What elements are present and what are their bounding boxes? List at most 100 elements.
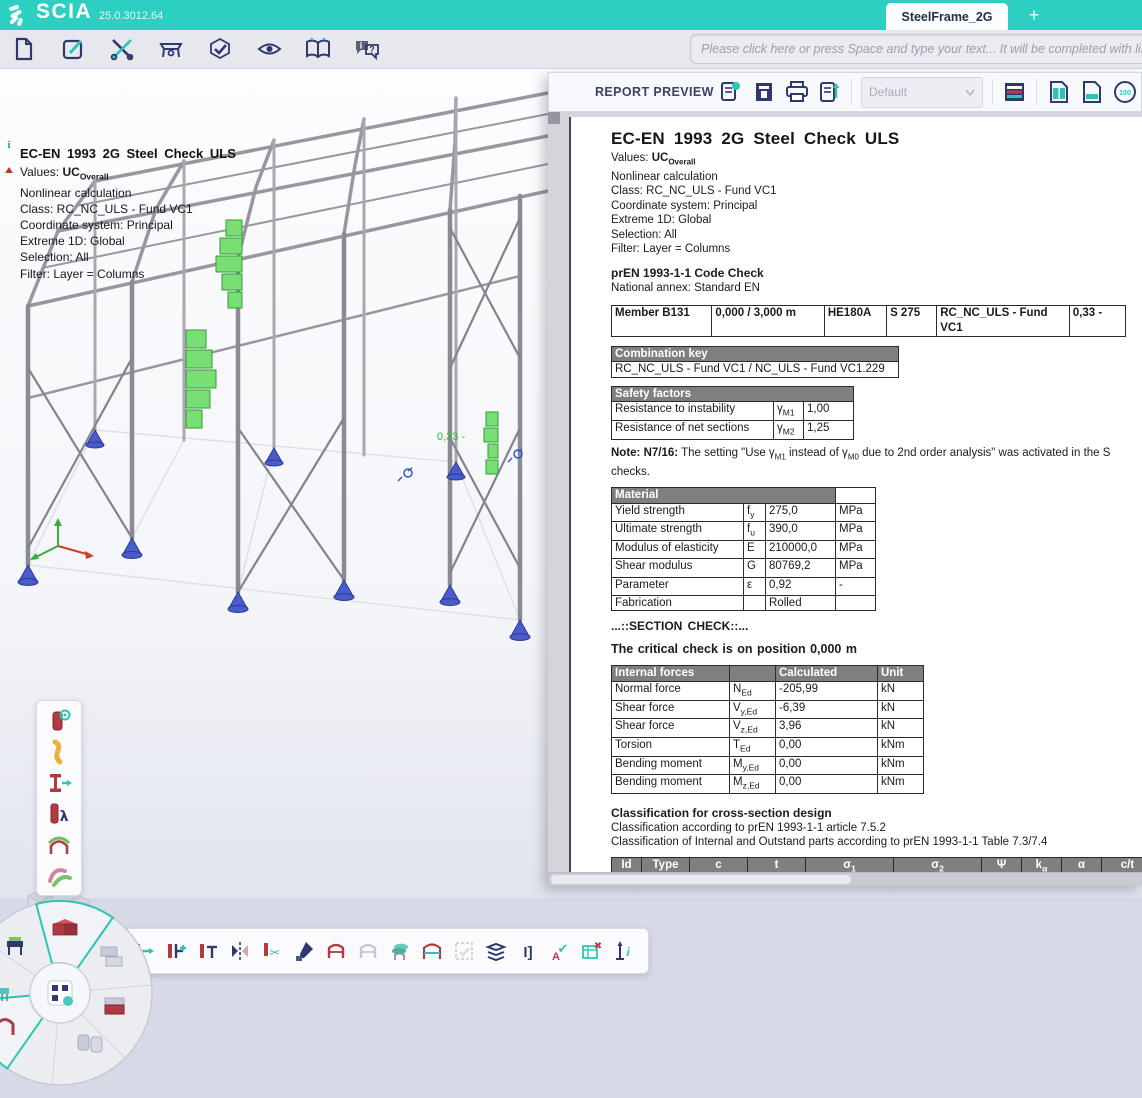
safety-value-cell: 1,25 — [804, 421, 854, 440]
force-unit-cell: kNm — [878, 738, 924, 757]
new-tab-button[interactable]: + — [1022, 3, 1046, 27]
portal-frame-ghost-button[interactable] — [354, 933, 382, 969]
rename-icon: I] — [516, 939, 540, 963]
note-line: Note: N7/16: The setting "Use γM1 instea… — [611, 446, 1142, 465]
max-uc-label: 0,33 - — [437, 431, 465, 443]
material-value-cell: 80769,2 — [766, 559, 836, 578]
visibility-button[interactable] — [251, 33, 287, 65]
two-page-view-button[interactable] — [1042, 76, 1075, 108]
safety-symbol-cell: γM1 — [774, 402, 804, 421]
library-button[interactable] — [300, 33, 336, 65]
search-input[interactable] — [690, 34, 1142, 64]
frame-arch-button[interactable] — [41, 831, 77, 858]
paint-properties-button[interactable] — [290, 933, 318, 969]
cross-section-button[interactable] — [41, 769, 77, 796]
report-info-line: Filter: Layer = Columns — [611, 242, 1142, 257]
single-page-view-button[interactable] — [1075, 76, 1108, 108]
forces-calc-header: Calculated — [776, 666, 878, 682]
report-horizontal-scrollbar[interactable] — [548, 872, 1142, 886]
report-info-line: Coordinate system: Principal — [611, 199, 1142, 214]
frame-opening-icon — [420, 939, 444, 963]
safety-factor-row: Resistance to instability γM1 1,00 — [612, 402, 854, 421]
force-label-cell: Normal force — [612, 681, 730, 700]
report-template-value: Default — [869, 85, 965, 99]
member-position-cell: 0,000 / 3,000 m — [712, 305, 824, 336]
internal-force-row: Normal force NEd -205,99 kN — [612, 681, 924, 700]
force-unit-cell: kN — [878, 681, 924, 700]
classification-line-1: Classification according to prEN 1993-1-… — [611, 821, 1142, 835]
material-unit-cell: MPa — [836, 540, 876, 559]
material-value-cell: 210000,0 — [766, 540, 836, 559]
rename-button[interactable]: I] — [514, 933, 542, 969]
stability-lambda-button[interactable]: λ — [41, 800, 77, 827]
insert-item-button[interactable] — [747, 76, 780, 108]
material-row: Shear modulus G 80769,2 MPa — [612, 559, 876, 578]
mirror-icon — [228, 939, 252, 963]
report-info-line: Class: RC_NC_ULS - Fund VC1 — [611, 184, 1142, 199]
curved-member-button[interactable] — [41, 738, 77, 765]
material-value-cell: 275,0 — [766, 503, 836, 522]
center-qr-icon[interactable] — [48, 981, 73, 1006]
print-icon — [784, 80, 810, 104]
brand-name: SCIA — [36, 0, 92, 24]
national-annex-line: National annex: Standard EN — [611, 281, 1142, 295]
combination-key-header: Combination key — [612, 346, 899, 362]
frame-view-button[interactable] — [153, 33, 189, 65]
export-report-button[interactable] — [813, 76, 846, 108]
force-unit-cell: kNm — [878, 775, 924, 794]
portal-frame-button[interactable] — [322, 933, 350, 969]
frame-arch-icon — [45, 831, 73, 859]
tools-button[interactable] — [104, 33, 140, 65]
material-label-cell: Fabrication — [612, 596, 744, 611]
overlay-info-icon[interactable]: i — [3, 140, 15, 168]
solid-check-button[interactable] — [202, 33, 238, 65]
material-value-cell: Rolled — [766, 596, 836, 611]
node-connect-button[interactable] — [194, 933, 222, 969]
mirror-button[interactable] — [226, 933, 254, 969]
svg-text:✖: ✖ — [594, 941, 602, 952]
material-symbol-cell — [744, 596, 766, 611]
frame-opening-button[interactable] — [418, 933, 446, 969]
forces-unit-header: Unit — [878, 666, 924, 682]
material-label-cell: Shear modulus — [612, 559, 744, 578]
report-info-line: Extreme 1D: Global — [611, 213, 1142, 228]
combination-key-table: Combination key RC_NC_ULS - Fund VC1 / N… — [611, 346, 899, 378]
check-values-line: Values: UCOverall — [20, 164, 236, 185]
material-symbol-cell: G — [744, 559, 766, 578]
column-settings-button[interactable] — [41, 707, 77, 734]
connect-member-button[interactable] — [162, 933, 190, 969]
delete-table-button[interactable]: ✖ — [578, 933, 606, 969]
report-scrollbar-thumb[interactable] — [551, 875, 851, 884]
scia-engineer-window: { "app": { "brand": "SCIA", "version": "… — [0, 0, 1142, 1008]
zoom-100-button[interactable]: 100 — [1108, 76, 1141, 108]
spotlight-wheel-menu[interactable] — [0, 893, 165, 1093]
internal-force-row: Torsion TEd 0,00 kNm — [612, 738, 924, 757]
material-label-cell: Modulus of elasticity — [612, 540, 744, 559]
edit-button[interactable] — [55, 33, 91, 65]
shell-button[interactable] — [41, 862, 77, 889]
portal-frame-ghost-icon — [356, 939, 380, 963]
material-table: Material Yield strength fy 275,0 MPa Ult… — [611, 487, 876, 611]
dimension-button[interactable]: i — [610, 933, 638, 969]
table-style-button[interactable] — [998, 76, 1031, 108]
trim-button[interactable]: ✂ — [258, 933, 286, 969]
check-spelling-button[interactable]: A✔ — [546, 933, 574, 969]
project-tab[interactable]: SteelFrame_2G — [886, 3, 1008, 30]
new-project-button[interactable] — [6, 33, 42, 65]
layers-button[interactable] — [482, 933, 510, 969]
delete-table-icon: ✖ — [580, 939, 604, 963]
report-preview-body[interactable]: EC-EN 1993 2G Steel Check ULS Values: UC… — [548, 112, 1142, 886]
selection-ghost-button[interactable] — [450, 933, 478, 969]
critical-position-line: The critical check is on position 0,000 … — [611, 642, 1142, 657]
export-report-icon — [817, 80, 842, 105]
safety-factors-header: Safety factors — [612, 386, 854, 402]
print-button[interactable] — [780, 76, 813, 108]
visibility-icon — [256, 37, 283, 61]
svg-text:✔: ✔ — [558, 942, 569, 957]
regenerate-report-button[interactable] — [714, 76, 747, 108]
help-button[interactable]: i ? — [349, 33, 385, 65]
report-template-dropdown[interactable]: Default — [861, 77, 983, 108]
force-symbol-cell: TEd — [730, 738, 776, 757]
load-panel-button[interactable] — [386, 933, 414, 969]
curved-member-icon — [45, 738, 73, 766]
